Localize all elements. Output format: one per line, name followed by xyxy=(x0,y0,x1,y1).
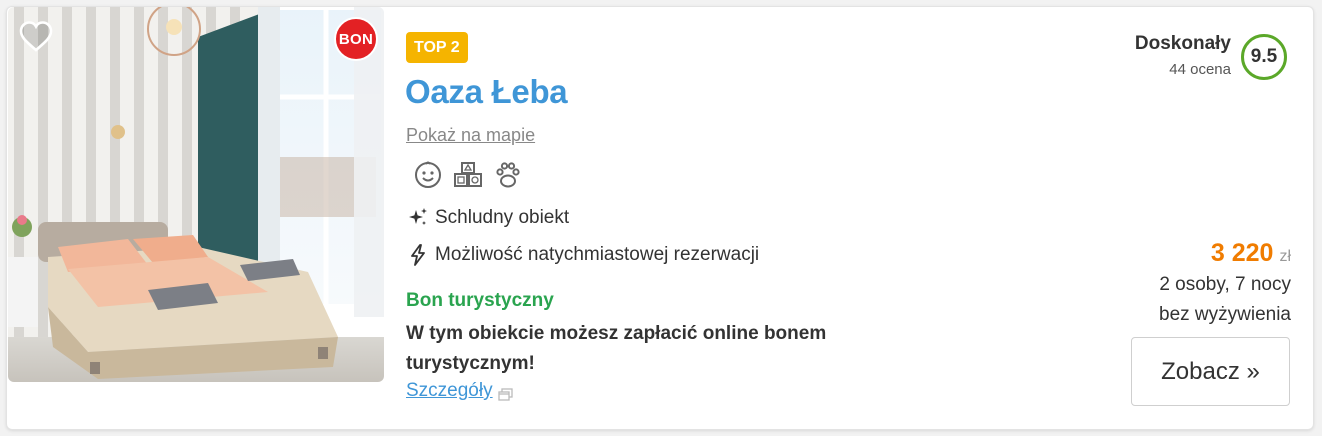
tourist-voucher-title: Bon turystyczny xyxy=(406,290,554,311)
favorite-heart-icon[interactable] xyxy=(18,19,54,55)
see-offer-button[interactable]: Zobacz » xyxy=(1131,337,1290,406)
room-image xyxy=(8,7,384,382)
feature-instant-booking: Możliwość natychmiastowej rezerwacji xyxy=(407,244,759,266)
rating-count: 44 ocena xyxy=(1169,61,1231,78)
price-amount: 3 220 xyxy=(1210,239,1274,267)
rating-label: Doskonały xyxy=(1134,33,1231,54)
lightning-icon xyxy=(407,244,429,266)
tourist-voucher-description: W tym obiekcie możesz zapłacić online bo… xyxy=(406,323,827,374)
rating-score: 9.5 xyxy=(1241,34,1287,80)
voucher-details-link[interactable]: Szczegóły xyxy=(406,380,513,402)
hotel-title[interactable]: Oaza Łeba xyxy=(405,73,568,111)
offer-card[interactable]: BON TOP 2 Oaza Łeba Pokaż na mapie Schlu… xyxy=(6,6,1314,430)
hotel-photo[interactable]: BON xyxy=(8,7,384,382)
kids-play-icon xyxy=(452,157,484,193)
show-on-map-link[interactable]: Pokaż na mapie xyxy=(406,125,535,146)
sparkles-icon xyxy=(407,207,429,229)
external-window-icon xyxy=(497,385,513,401)
price: 3 220 zł xyxy=(1211,239,1291,268)
amenities-list xyxy=(412,157,524,193)
bon-badge: BON xyxy=(334,17,378,61)
feature-text: Możliwość natychmiastowej rezerwacji xyxy=(435,244,760,265)
details-link-label[interactable]: Szczegóły xyxy=(406,380,493,402)
top-rank-badge: TOP 2 xyxy=(406,32,468,63)
child-friendly-icon xyxy=(412,157,444,193)
guests-nights: 2 osoby, 7 nocy xyxy=(1159,274,1291,295)
feature-text: Schludny obiekt xyxy=(435,207,570,228)
board-type: bez wyżywienia xyxy=(1159,304,1291,325)
rating-summary: Doskonały 44 ocena xyxy=(1135,33,1231,78)
pets-allowed-icon xyxy=(492,157,524,193)
feature-tidy: Schludny obiekt xyxy=(407,207,569,229)
price-currency: zł xyxy=(1279,248,1291,265)
